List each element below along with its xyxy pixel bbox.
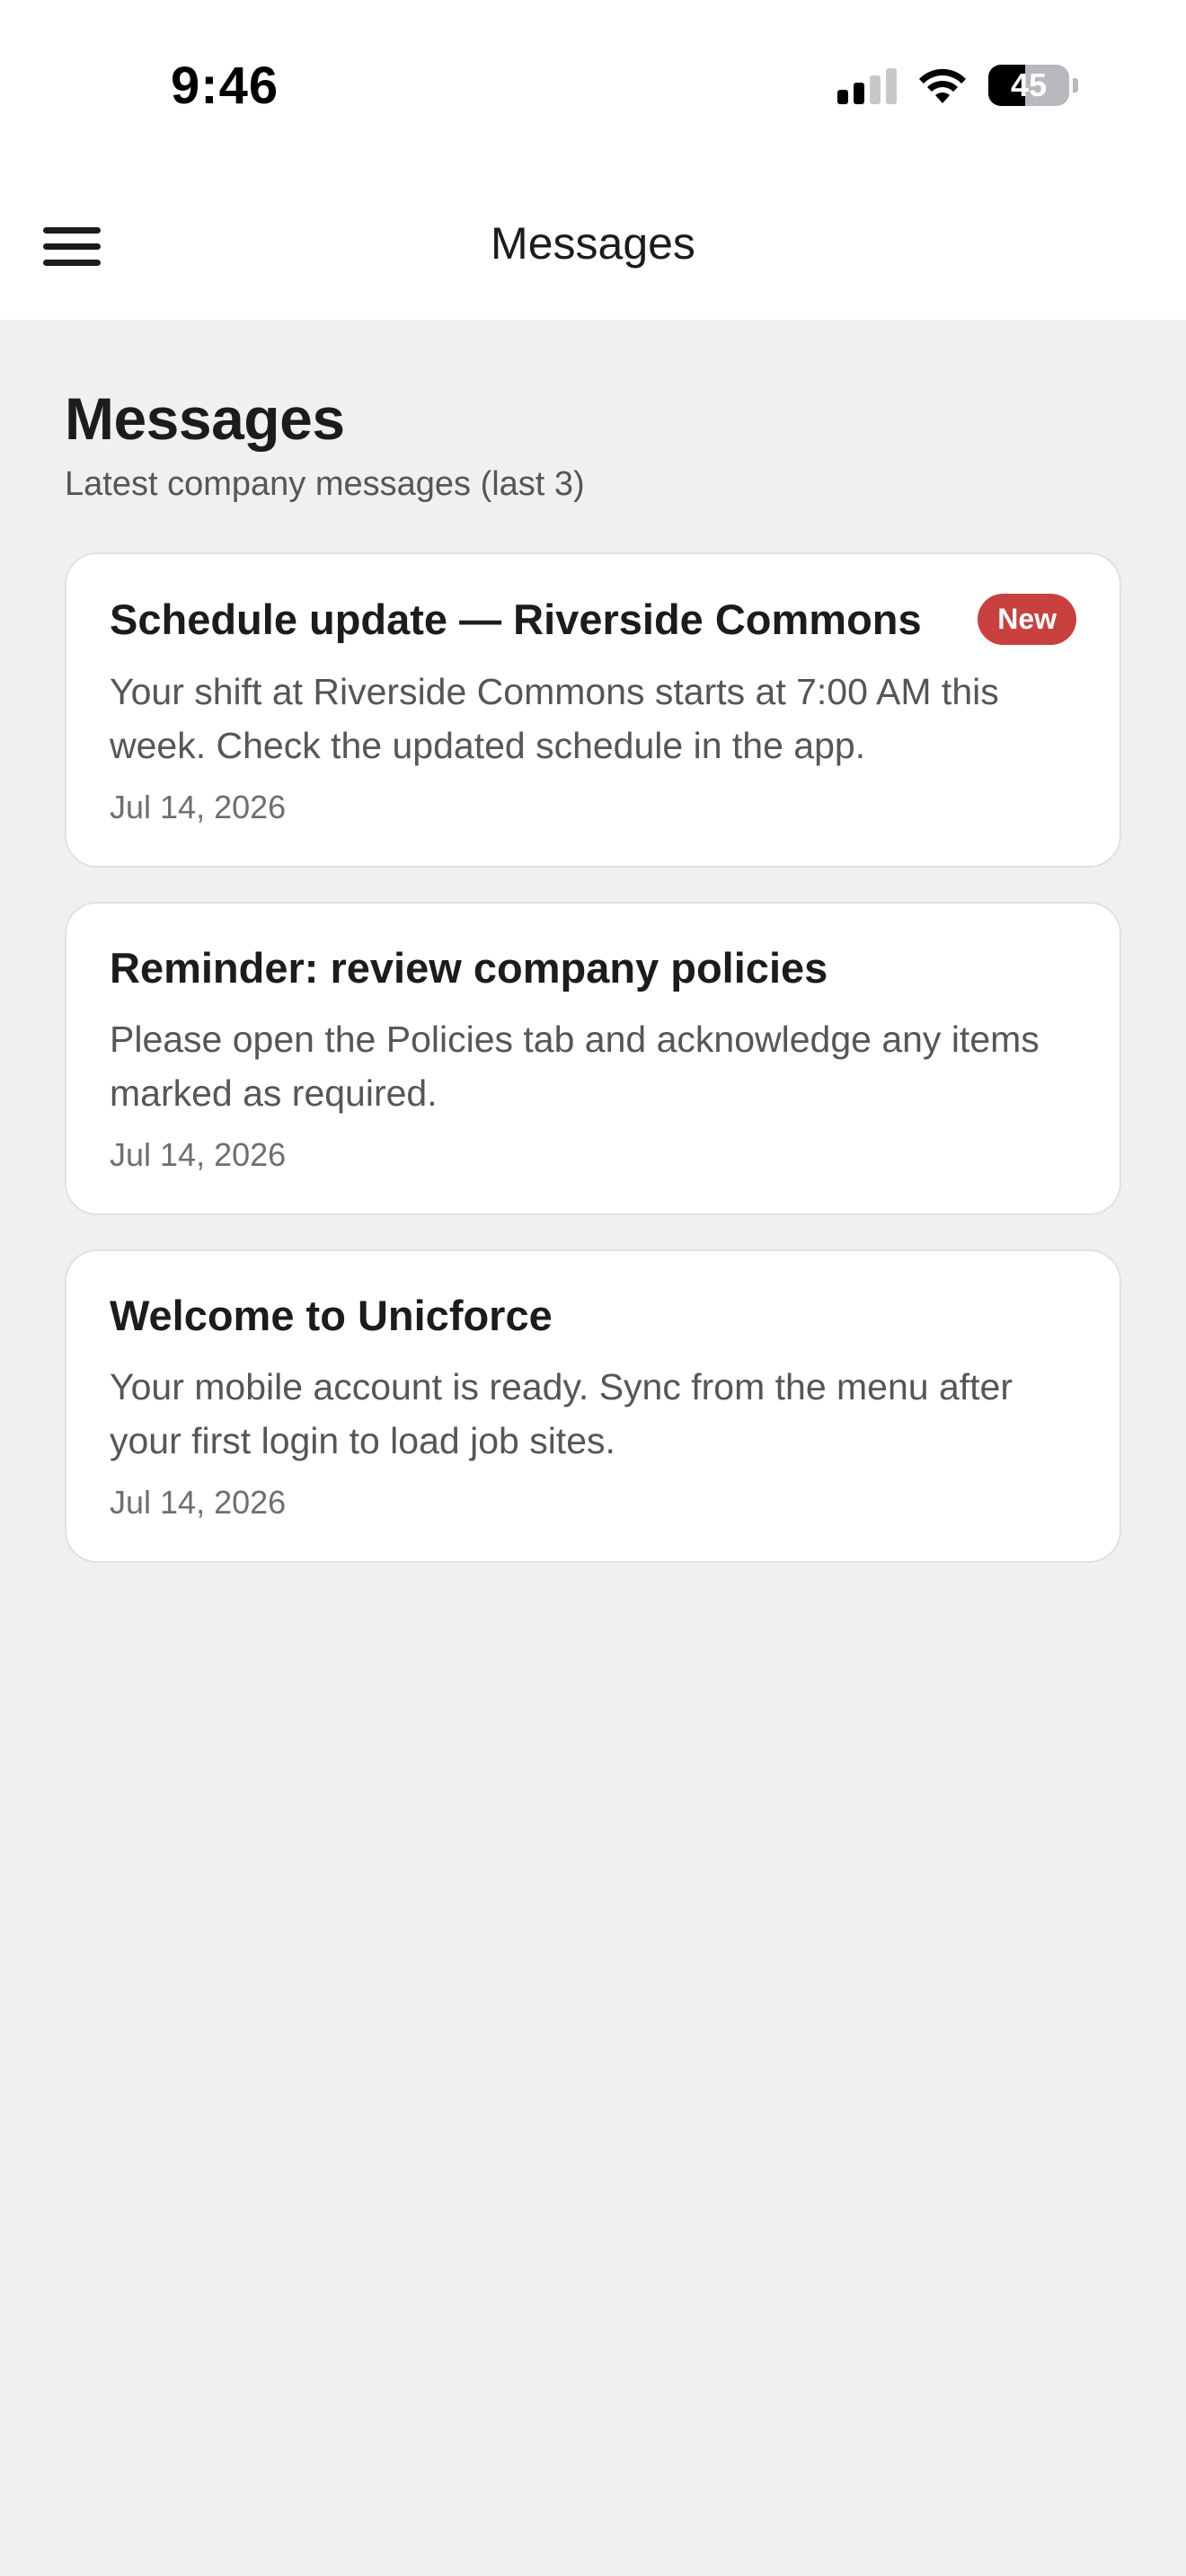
cellular-signal-icon (837, 66, 897, 104)
page-title: Messages (65, 385, 345, 452)
battery-icon: 45 (988, 65, 1069, 106)
message-body: Your shift at Riverside Commons starts a… (110, 671, 999, 766)
battery-percent: 45 (1010, 66, 1048, 103)
status-bar: 9:46 45 (0, 0, 1186, 171)
wifi-icon (919, 68, 966, 103)
new-badge: New (978, 594, 1076, 645)
message-date: Jul 14, 2026 (110, 1136, 287, 1173)
status-time: 9:46 (171, 57, 279, 115)
message-date: Jul 14, 2026 (110, 1484, 287, 1521)
message-body: Your mobile account is ready. Sync from … (110, 1366, 1013, 1461)
status-icons: 45 (837, 65, 1078, 106)
message-card[interactable]: Reminder: review company policies Please… (65, 902, 1121, 1215)
message-card[interactable]: Schedule update — Riverside Commons New … (65, 552, 1121, 868)
message-card[interactable]: Welcome to Unicforce Your mobile account… (65, 1249, 1121, 1563)
page-subtitle: Latest company messages (last 3) (65, 465, 585, 503)
message-list: Schedule update — Riverside Commons New … (65, 552, 1121, 1563)
battery-tip (1073, 78, 1078, 93)
nav-title: Messages (491, 218, 695, 269)
message-title: Welcome to Unicforce (110, 1292, 553, 1339)
message-body: Please open the Policies tab and acknowl… (110, 1019, 1040, 1114)
message-title: Schedule update — Riverside Commons (110, 595, 922, 643)
nav-bar: Messages (0, 171, 1186, 320)
message-title: Reminder: review company policies (110, 944, 828, 992)
message-date: Jul 14, 2026 (110, 789, 287, 825)
main-content: Messages Latest company messages (last 3… (65, 320, 1121, 1563)
